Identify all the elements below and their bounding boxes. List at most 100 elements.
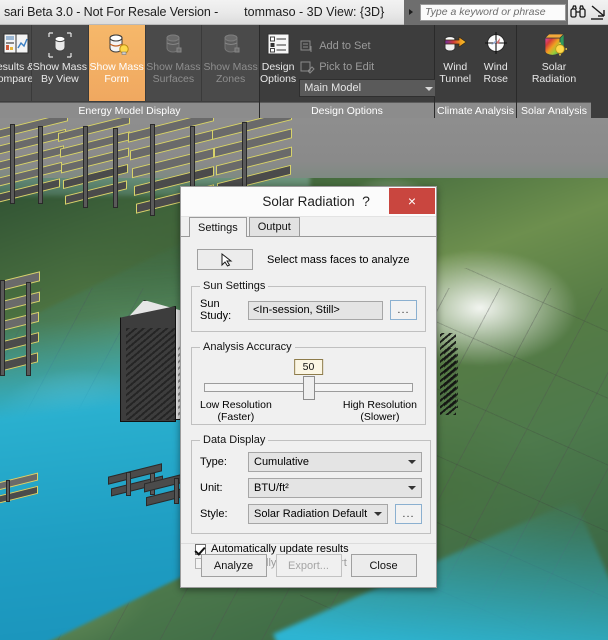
ribbon-button-show-mass-form[interactable]: Show Mass Form	[88, 25, 146, 101]
help-button[interactable]: ?	[356, 190, 376, 212]
design-option-combo[interactable]: Main Model	[299, 79, 440, 97]
tab-settings[interactable]: Settings	[189, 217, 247, 237]
unit-label: Unit:	[200, 482, 223, 494]
ribbon-button-show-mass-zones[interactable]: Show Mass Zones	[202, 25, 259, 101]
pick-to-edit-icon	[299, 59, 315, 75]
design-option-combo-value: Main Model	[304, 82, 362, 94]
ribbon-panel-label: Design Options	[260, 102, 434, 118]
results-compare-icon	[1, 30, 31, 60]
ribbon-button-label: Show Mass	[89, 61, 144, 73]
ribbon-button-label: Wind	[483, 61, 508, 73]
analysis-accuracy-group: Analysis Accuracy 50 Low Resolution (Fas…	[191, 341, 426, 425]
data-display-legend: Data Display	[203, 434, 266, 446]
ribbon-button-label: Design	[261, 61, 295, 73]
ribbon-button-solar-radiation[interactable]: Solar Radiation	[517, 25, 591, 101]
wind-rose-icon	[481, 30, 511, 60]
close-dialog-button[interactable]: Close	[350, 554, 417, 577]
facade-hatching	[126, 328, 176, 420]
ribbon-button-label2: Tunnel	[439, 72, 472, 85]
ribbon-button-wind-rose[interactable]: Wind Rose	[475, 25, 516, 101]
ribbon-command-label: Pick to Edit	[319, 60, 375, 73]
ribbon-button-results-compare[interactable]: esults & ompare	[0, 25, 35, 101]
sun-study-browse-button[interactable]: ...	[390, 300, 417, 320]
style-value: Solar Radiation Default	[254, 508, 368, 520]
dialog-tabs: Settings Output	[181, 217, 436, 237]
sun-study-label: Sun Study:	[200, 298, 232, 322]
select-mass-faces-button[interactable]	[197, 249, 253, 270]
ribbon-panel-label: Energy Model Display	[0, 102, 259, 118]
sign-in-icon[interactable]	[588, 0, 608, 25]
accuracy-slider-value: 50	[293, 359, 324, 375]
high-resolution-line1: High Resolution	[342, 399, 417, 411]
ribbon-button-design-options[interactable]: Design Options	[260, 25, 297, 101]
wind-tunnel-icon	[440, 30, 470, 60]
ribbon-panel-design-options: Design Options Add to Set Pick to Edit M…	[260, 25, 440, 118]
dialog-title: Solar Radiation	[262, 194, 355, 209]
ribbon-panel-label: Climate Analysis	[435, 102, 516, 118]
ribbon-panel-solar-analysis: Solar Radiation Solar Analysis	[517, 25, 591, 118]
ribbon-button-label2: Radiation	[531, 72, 577, 85]
ribbon-button-label: Show Mass	[203, 61, 258, 73]
ribbon-button-label2: By View	[41, 72, 79, 85]
analyze-button[interactable]: Analyze	[200, 554, 267, 577]
ribbon-button-label2: Zones	[216, 72, 246, 85]
tab-output[interactable]: Output	[248, 217, 300, 236]
low-resolution-line2: (Faster)	[217, 411, 255, 423]
cursor-arrow-icon	[221, 252, 233, 267]
mass-building-12[interactable]	[444, 348, 458, 408]
style-label: Style:	[200, 508, 228, 520]
low-resolution-label: Low Resolution (Faster)	[200, 399, 272, 423]
mass-zones-icon	[216, 30, 246, 60]
chevron-down-icon[interactable]	[404, 0, 418, 25]
mass-surfaces-icon	[158, 30, 188, 60]
accuracy-slider-thumb[interactable]	[302, 376, 315, 400]
ribbon-button-show-mass-by-view[interactable]: Show Mass By View	[32, 25, 89, 101]
binoculars-icon[interactable]	[568, 0, 588, 25]
search-input[interactable]: Type a keyword or phrase	[420, 3, 566, 21]
close-button[interactable]: ×	[389, 188, 435, 214]
mass-form-icon	[102, 30, 132, 60]
ribbon-button-label2: Surfaces	[152, 72, 195, 85]
solar-radiation-icon	[539, 30, 569, 60]
add-to-set-icon	[299, 38, 315, 54]
ribbon-button-label2: Rose	[483, 72, 508, 85]
ribbon-command-pick-to-edit[interactable]: Pick to Edit	[296, 56, 439, 77]
ribbon: esults & ompare Show Mass By View Show M…	[0, 25, 608, 118]
unit-row: Unit: BTU/ft²	[200, 478, 422, 498]
application-title: sari Beta 3.0 - Not For Resale Version -	[4, 5, 219, 19]
chevron-down-icon	[408, 486, 416, 490]
unit-value: BTU/ft²	[254, 482, 289, 494]
ribbon-button-label: esults &	[0, 61, 35, 73]
ribbon-command-add-to-set[interactable]: Add to Set	[296, 35, 439, 56]
mass-by-view-icon	[45, 30, 75, 60]
sun-study-field[interactable]: <In-session, Still>	[248, 300, 383, 320]
type-label: Type:	[200, 456, 227, 468]
ribbon-command-label: Add to Set	[319, 39, 371, 52]
type-select[interactable]: Cumulative	[248, 452, 422, 472]
dialog-button-bar: Analyze Export... Close	[181, 543, 436, 587]
ribbon-button-show-mass-surfaces[interactable]: Show Mass Surfaces	[145, 25, 203, 101]
search-area: Type a keyword or phrase	[418, 0, 568, 25]
export-button[interactable]: Export...	[275, 554, 342, 577]
data-display-group: Data Display Type: Cumulative Unit: BTU/…	[191, 434, 431, 534]
design-options-icon	[263, 30, 293, 60]
select-mass-faces-label: Select mass faces to analyze	[267, 253, 410, 266]
ribbon-button-label2: Options	[260, 72, 297, 85]
title-bar: sari Beta 3.0 - Not For Resale Version -…	[0, 0, 608, 25]
style-browse-button[interactable]: ...	[395, 504, 422, 524]
ribbon-panel-energy-model-display: esults & ompare Show Mass By View Show M…	[0, 25, 260, 118]
document-title: tommaso - 3D View: {3D}	[244, 5, 385, 19]
sun-settings-legend: Sun Settings	[203, 280, 266, 292]
ribbon-panel-climate-analysis: Wind Tunnel Wind Rose Climate Analysis	[435, 25, 517, 118]
ribbon-button-label: Show Mass	[32, 61, 88, 73]
style-select[interactable]: Solar Radiation Default	[248, 504, 388, 524]
ribbon-button-wind-tunnel[interactable]: Wind Tunnel	[435, 25, 476, 101]
accuracy-slider[interactable]: 50 Low Resolution (Faster) High Resoluti…	[200, 359, 417, 423]
unit-select[interactable]: BTU/ft²	[248, 478, 422, 498]
ribbon-button-label: Wind	[443, 61, 468, 73]
select-faces-row: Select mass faces to analyze	[197, 249, 426, 270]
dialog-title-bar: Solar Radiation ? ×	[181, 187, 436, 217]
high-resolution-label: High Resolution (Slower)	[343, 399, 417, 423]
chevron-down-icon	[425, 87, 434, 91]
ribbon-button-label: Solar	[541, 61, 567, 73]
